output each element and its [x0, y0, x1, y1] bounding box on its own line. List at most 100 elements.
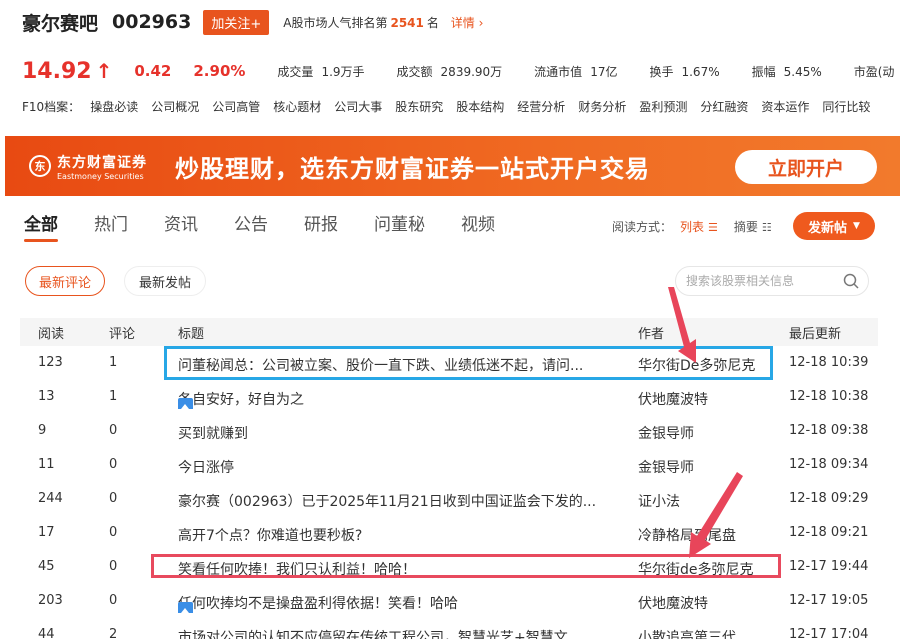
quote-label: 流通市值 — [534, 64, 583, 79]
cell-comment: 0 — [109, 525, 118, 540]
quote-pe: 市盈(动 — [854, 63, 895, 80]
cell-title[interactable]: 任何吹捧均不是操盘盈利得依据！笑看！哈哈 — [178, 593, 628, 613]
table-row[interactable]: 9 0 买到就赚到 金银导师 12-18 09:38 — [20, 414, 878, 448]
image-icon — [178, 602, 193, 613]
tab-news[interactable]: 资讯 — [164, 212, 198, 242]
quote-turnover: 成交额 2839.90万 — [397, 63, 503, 80]
cell-title[interactable]: 各自安好，好自为之 — [178, 389, 628, 409]
cell-author[interactable]: 伏地魔波特 — [638, 593, 778, 613]
filter-latest-post[interactable]: 最新发帖 — [124, 266, 206, 296]
summary-label: 摘要 — [733, 220, 758, 234]
tab-research[interactable]: 研报 — [304, 212, 338, 242]
cell-time: 12-18 10:38 — [789, 389, 869, 404]
f10-link[interactable]: 同行比较 — [822, 98, 870, 115]
filter-latest-comment[interactable]: 最新评论 — [25, 266, 105, 296]
cell-time: 12-18 09:29 — [789, 491, 869, 506]
image-icon — [178, 398, 193, 409]
header-title: 标题 — [178, 327, 205, 342]
quote-value: 2839.90万 — [440, 64, 503, 79]
quote-value: 1.9万手 — [321, 64, 365, 79]
cell-read: 123 — [38, 355, 63, 370]
tab-all[interactable]: 全部 — [24, 212, 58, 242]
eastmoney-logo: 东 东方财富证券 Eastmoney Securities — [29, 152, 147, 181]
f10-link[interactable]: 股本结构 — [456, 98, 504, 115]
f10-link[interactable]: 资本运作 — [761, 98, 809, 115]
table-row[interactable]: 17 0 高开7个点？你难道也要秒板? 冷静格局到尾盘 12-18 09:21 — [20, 516, 878, 550]
tab-ask-secretary[interactable]: 问董秘 — [374, 212, 425, 242]
table-row[interactable]: 13 1 各自安好，好自为之 伏地魔波特 12-18 10:38 — [20, 380, 878, 414]
header-read: 阅读 — [38, 327, 65, 342]
cell-time: 12-18 09:34 — [789, 457, 869, 472]
cell-comment: 0 — [109, 423, 118, 438]
read-mode-label: 阅读方式： — [612, 220, 673, 234]
f10-link[interactable]: 公司概况 — [151, 98, 199, 115]
rank-value: 2541 — [390, 15, 424, 30]
stock-name[interactable]: 豪尔赛吧 — [22, 9, 98, 36]
banner-slogan: 炒股理财，选东方财富证券一站式开户交易 — [175, 154, 650, 183]
f10-link[interactable]: 经营分析 — [517, 98, 565, 115]
f10-link[interactable]: 股东研究 — [395, 98, 443, 115]
quote-value: 5.45% — [783, 64, 822, 79]
cell-comment: 0 — [109, 593, 118, 608]
f10-link[interactable]: 操盘必读 — [90, 98, 138, 115]
new-post-label: 发新帖 — [808, 220, 848, 236]
cell-comment: 0 — [109, 491, 118, 506]
cell-title[interactable]: 买到就赚到 — [178, 423, 628, 443]
search-icon[interactable] — [843, 273, 859, 289]
open-account-button[interactable]: 立即开户 — [735, 150, 877, 184]
cell-read: 45 — [38, 559, 55, 574]
f10-link[interactable]: 财务分析 — [578, 98, 626, 115]
promo-banner[interactable]: 东 东方财富证券 Eastmoney Securities 炒股理财，选东方财富… — [5, 136, 900, 196]
cell-title[interactable]: 豪尔赛（002963）已于2025年11月21日收到中国证监会下发的... — [178, 491, 628, 511]
quote-label: 换手 — [649, 64, 674, 79]
tab-hot[interactable]: 热门 — [94, 212, 128, 242]
header-comment: 评论 — [109, 327, 136, 342]
follow-button[interactable]: 加关注+ — [203, 9, 270, 35]
caret-down-icon: ▼ — [853, 221, 860, 231]
annotation-arrow-icon — [668, 287, 696, 363]
arrow-up-icon: ↑ — [95, 59, 113, 83]
cell-author[interactable]: 金银导师 — [638, 423, 778, 443]
cell-title[interactable]: 高开7个点？你难道也要秒板? — [178, 525, 628, 545]
read-mode-list[interactable]: 列表 ☰ — [680, 218, 718, 235]
cell-comment: 0 — [109, 457, 118, 472]
cell-author[interactable]: 小散追高第三代 — [638, 627, 778, 639]
quote-float-cap: 流通市值 17亿 — [534, 63, 617, 80]
title-text[interactable]: 任何吹捧均不是操盘盈利得依据！笑看！哈哈 — [178, 596, 458, 612]
f10-link[interactable]: 核心题材 — [273, 98, 321, 115]
table-row[interactable]: 44 2 市场对公司的认知不应停留在传统工程公司，智慧光艺+智慧文... 小散追高第三… — [20, 618, 878, 639]
f10-label: F10档案： — [22, 99, 81, 114]
cell-title[interactable]: 今日涨停 — [178, 457, 628, 477]
f10-link[interactable]: 公司高管 — [212, 98, 260, 115]
tab-video[interactable]: 视频 — [461, 212, 495, 242]
read-mode: 阅读方式： 列表 ☰ 摘要 ☷ — [612, 218, 772, 235]
table-header: 阅读 评论 标题 作者 最后更新 — [20, 318, 878, 346]
f10-link[interactable]: 公司大事 — [334, 98, 382, 115]
cell-author[interactable]: 伏地魔波特 — [638, 389, 778, 409]
cell-comment: 2 — [109, 627, 118, 639]
f10-link[interactable]: 盈利预测 — [639, 98, 687, 115]
rank-detail-link[interactable]: 详情 › — [451, 16, 484, 30]
table-row[interactable]: 11 0 今日涨停 金银导师 12-18 09:34 — [20, 448, 878, 482]
title-text[interactable]: 各自安好，好自为之 — [178, 392, 304, 408]
cell-comment: 1 — [109, 355, 118, 370]
cell-title[interactable]: 市场对公司的认知不应停留在传统工程公司，智慧光艺+智慧文... — [178, 627, 628, 639]
list-label: 列表 — [680, 220, 705, 234]
header-updated: 最后更新 — [789, 327, 842, 342]
price-change: 0.42 — [134, 62, 172, 80]
detail-label: 详情 — [450, 15, 475, 30]
cell-read: 244 — [38, 491, 63, 506]
price-change-pct: 2.90% — [193, 62, 246, 80]
table-row[interactable]: 203 0 任何吹捧均不是操盘盈利得依据！笑看！哈哈 伏地魔波特 12-17 19:05 — [20, 584, 878, 618]
read-mode-summary[interactable]: 摘要 ☷ — [734, 218, 772, 235]
tab-announcement[interactable]: 公告 — [234, 212, 268, 242]
cell-read: 17 — [38, 525, 55, 540]
cell-read: 9 — [38, 423, 47, 438]
cell-comment: 1 — [109, 389, 118, 404]
new-post-button[interactable]: 发新帖 ▼ — [793, 212, 875, 240]
cell-time: 12-18 09:38 — [789, 423, 869, 438]
table-row[interactable]: 244 0 豪尔赛（002963）已于2025年11月21日收到中国证监会下发的..… — [20, 482, 878, 516]
f10-link[interactable]: 分红融资 — [700, 98, 748, 115]
quote-volume: 成交量 1.9万手 — [277, 63, 364, 80]
logo-mark-icon: 东 — [29, 155, 51, 177]
